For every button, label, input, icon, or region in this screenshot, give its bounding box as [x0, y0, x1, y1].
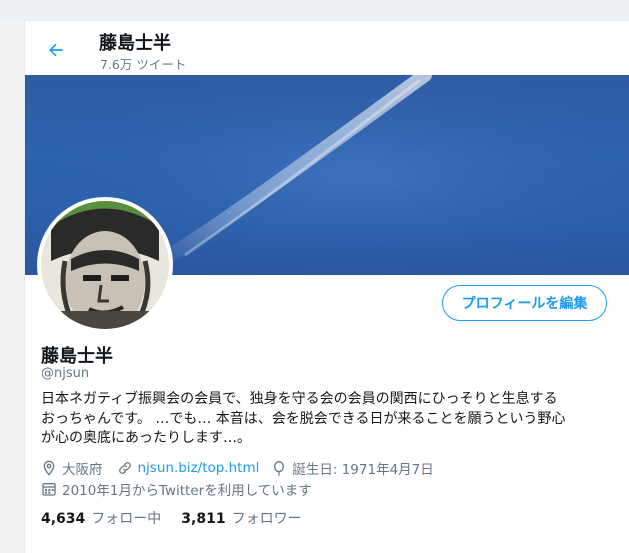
header-title: 藤島士半	[99, 33, 171, 54]
profile-panel: 藤島士半 7.6万 ツイート プロフィールを編集 藤島士半 @njsun 日本ネ…	[24, 20, 629, 553]
following-stat[interactable]: 4,634 フォロー中	[41, 508, 161, 528]
followers-stat[interactable]: 3,811 フォロワー	[181, 508, 301, 528]
profile-stats: 4,634 フォロー中 3,811 フォロワー	[41, 508, 302, 528]
profile-name: 藤島士半	[41, 346, 113, 367]
profile-location: 大阪府	[62, 462, 103, 478]
bio-line: おっちゃんです。 …でも… 本音は、会を脱会できる日が来ることを願うという野心	[41, 410, 566, 427]
avatar-portrait-image	[41, 201, 169, 329]
profile-meta-row: 大阪府 njsun.biz/top.html 誕生日: 1971年4月7日	[41, 458, 434, 478]
profile-birthday: 誕生日: 1971年4月7日	[292, 462, 434, 478]
link-icon	[117, 460, 133, 476]
profile-joined-date: 2010年1月からTwitterを利用しています	[62, 483, 312, 499]
profile-header: 藤島士半 7.6万 ツイート	[25, 21, 629, 75]
bio-line: 日本ネガティブ振興会の会員で、独身を守る会の会員の関西にひっそりと生息する	[41, 391, 558, 407]
bio-line: が心の奥底にあったりします…。	[41, 430, 251, 446]
profile-avatar[interactable]	[37, 197, 173, 333]
tweet-count: 7.6万 ツイート	[100, 57, 187, 72]
calendar-icon	[41, 481, 57, 497]
followers-label: フォロワー	[231, 511, 302, 527]
location-icon	[41, 460, 57, 476]
following-label: フォロー中	[91, 511, 162, 527]
edit-profile-button[interactable]: プロフィールを編集	[442, 285, 607, 321]
profile-joined-row: 2010年1月からTwitterを利用しています	[41, 479, 312, 499]
followers-count: 3,811	[181, 511, 226, 527]
back-button[interactable]	[41, 35, 71, 65]
balloon-icon	[271, 460, 287, 476]
following-count: 4,634	[41, 511, 86, 527]
back-arrow-icon	[49, 43, 63, 57]
browser-top-strip	[0, 0, 629, 20]
profile-bio: 日本ネガティブ振興会の会員で、独身を守る会の会員の関西にひっそりと生息する おっ…	[41, 390, 613, 449]
profile-url-link[interactable]: njsun.biz/top.html	[138, 460, 260, 476]
profile-handle: @njsun	[41, 366, 90, 381]
